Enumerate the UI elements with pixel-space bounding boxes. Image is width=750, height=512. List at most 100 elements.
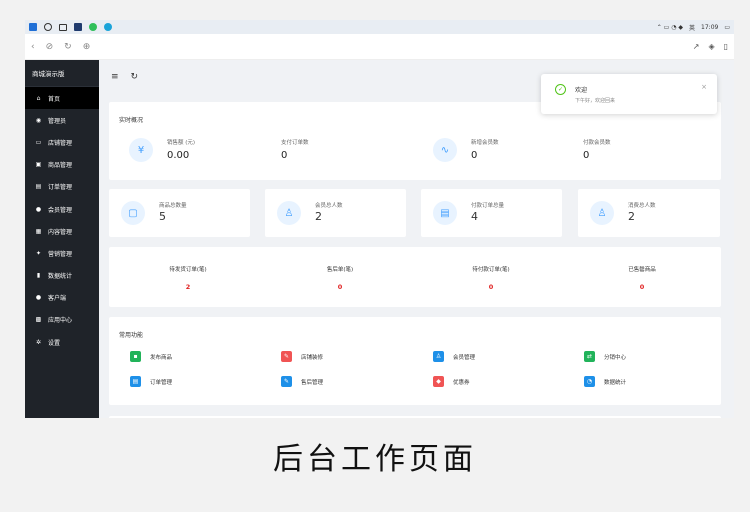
sidebar-item-label: 数据统计 — [48, 273, 73, 281]
order-doc-icon: ▤ — [433, 201, 457, 225]
menu-toggle-icon[interactable]: ≡ — [111, 72, 119, 82]
mini-card-consumers[interactable]: ♙ 消费总人数 2 — [578, 189, 720, 237]
yen-icon: ¥ — [129, 138, 153, 162]
close-icon[interactable]: × — [701, 83, 707, 91]
mini-card-goods[interactable]: ▢ 商品总数量 5 — [109, 189, 250, 237]
wrench-icon: ✎ — [281, 376, 292, 387]
tray-icons[interactable]: ⌃ ▭ ◔ ◆ — [657, 24, 683, 31]
toast-message: 下午好，欢迎回来 — [575, 98, 616, 104]
sidebar-item-label: 客户端 — [48, 295, 67, 303]
pending-value: 2 — [185, 283, 191, 291]
consumer-icon: ♙ — [590, 201, 614, 225]
func-member-manage[interactable]: ♙ 会员管理 — [433, 351, 475, 362]
sidebar-item-4[interactable]: ▤ 订单管理 — [25, 176, 99, 198]
sidebar-item-10[interactable]: ▩ 应用中心 — [25, 309, 99, 331]
mini-label: 商品总数量 — [159, 203, 187, 209]
brand: 商城演示版 — [25, 60, 99, 87]
func-publish-goods[interactable]: ▪ 发布商品 — [130, 351, 172, 362]
decor-icon: ✎ — [281, 351, 292, 362]
stat-new-members: ∿ 新增会员数 0 — [433, 138, 499, 162]
back-icon[interactable]: ‹ — [31, 42, 35, 52]
sidebar-item-6[interactable]: ▦ 内容管理 — [25, 220, 99, 242]
stat-label: 支付订单数 — [281, 140, 309, 146]
refresh-icon[interactable]: ↻ — [131, 72, 139, 82]
func-label: 会员管理 — [453, 354, 476, 361]
sidebar-item-2[interactable]: ▭ 店铺管理 — [25, 131, 99, 153]
toast-title: 欢迎 — [575, 87, 588, 94]
pending-shipment[interactable]: 待发货订单(笔) 2 — [123, 265, 253, 291]
edge-icon[interactable] — [104, 23, 112, 31]
notification-icon[interactable]: ▭ — [724, 24, 730, 31]
sidebar-item-3[interactable]: ▣ 商品管理 — [25, 154, 99, 176]
wechat-icon[interactable] — [89, 23, 97, 31]
func-label: 数据统计 — [604, 379, 627, 386]
func-aftersale[interactable]: ✎ 售后管理 — [281, 376, 323, 387]
mini-value: 5 — [159, 210, 166, 223]
order-icon: ▤ — [35, 183, 42, 191]
stats-icon: ▮ — [36, 272, 41, 280]
member-icon: ● — [35, 205, 42, 213]
sidebar-item-5[interactable]: ● 会员管理 — [25, 198, 99, 220]
sold-out-goods[interactable]: 已售罄商品 0 — [577, 265, 707, 291]
overview-title: 实时概况 — [119, 117, 144, 124]
pending-aftersale[interactable]: 售后单(笔) 0 — [275, 265, 405, 291]
settings-icon: ✲ — [35, 338, 42, 346]
stat-paid-orders: 支付订单数 0 — [281, 138, 309, 161]
sidebar-item-7[interactable]: ✦ 营销管理 — [25, 242, 99, 264]
mini-value: 2 — [315, 210, 322, 223]
sidebar-item-8[interactable]: ▮ 数据统计 — [25, 265, 99, 287]
distribution-icon: ⇄ — [584, 351, 595, 362]
sidebar-item-label: 应用中心 — [48, 317, 73, 325]
taskbar: ⌃ ▭ ◔ ◆ 英 17:09 ▭ — [25, 20, 734, 34]
cube-icon[interactable]: ◈ — [708, 42, 714, 51]
sidebar-item-9[interactable]: ● 客户端 — [25, 287, 99, 309]
app-icon[interactable] — [74, 23, 82, 31]
mini-card-members[interactable]: ♙ 会员总人数 2 — [265, 189, 406, 237]
sidebar-item-label: 管理员 — [48, 117, 67, 125]
mini-label: 会员总人数 — [315, 203, 343, 209]
share-icon[interactable]: ↗ — [693, 42, 700, 51]
sidebar-item-1[interactable]: ◉ 管理员 — [25, 109, 99, 131]
pending-label: 已售罄商品 — [628, 267, 656, 273]
pending-label: 待发货订单(笔) — [169, 267, 207, 273]
pending-label: 售后单(笔) — [326, 267, 354, 273]
refresh-icon[interactable]: ↻ — [64, 42, 72, 52]
ime-indicator[interactable]: 英 — [689, 23, 695, 32]
sidebar: 商城演示版 ⌂ 首页 ◉ 管理员 ▭ 店铺管理 ▣ 商品管理 ▤ 订单管理 ● 会员管理 ▦ 内容管理 ✦ 营… — [25, 60, 99, 418]
search-icon[interactable] — [44, 23, 52, 31]
content-icon: ▦ — [35, 227, 42, 235]
globe-icon[interactable]: ⊕ — [83, 42, 91, 52]
func-distribution[interactable]: ⇄ 分销中心 — [584, 351, 626, 362]
mini-card-paid-orders[interactable]: ▤ 付款订单总量 4 — [421, 189, 562, 237]
stat-sales: ¥ 销售额 (元) 0.00 — [129, 138, 195, 162]
sidebar-item-label: 设置 — [48, 339, 61, 347]
sidebar-item-0[interactable]: ⌂ 首页 — [25, 87, 99, 110]
func-data-stats[interactable]: ◔ 数据统计 — [584, 376, 626, 387]
func-coupon[interactable]: ◆ 优惠券 — [433, 376, 470, 387]
windows-icon[interactable] — [29, 23, 37, 31]
task-view-icon[interactable] — [59, 23, 67, 31]
publish-icon: ▪ — [130, 351, 141, 362]
stat-label: 付款会员数 — [583, 140, 611, 146]
func-order-manage[interactable]: ▤ 订单管理 — [130, 376, 172, 387]
client-icon: ● — [35, 294, 42, 302]
stat-value: 0 — [281, 150, 288, 161]
sidebar-item-label: 内容管理 — [48, 228, 73, 236]
welcome-toast: ✓ 欢迎 下午好，欢迎回来 × — [541, 74, 717, 114]
mini-value: 4 — [471, 210, 478, 223]
pending-value: 0 — [488, 283, 494, 291]
link-icon[interactable]: ⊘ — [46, 42, 54, 52]
pages-icon[interactable]: ▯ — [724, 42, 728, 51]
page-caption: 后台工作页面 — [273, 442, 477, 477]
clock[interactable]: 17:09 — [701, 24, 718, 31]
stat-paying-members: 付款会员数 0 — [583, 138, 611, 161]
sidebar-item-11[interactable]: ✲ 设置 — [25, 331, 99, 353]
mini-label: 消费总人数 — [628, 203, 656, 209]
sidebar-item-label: 店铺管理 — [48, 139, 73, 147]
func-shop-decor[interactable]: ✎ 店铺装修 — [281, 351, 323, 362]
admin-icon: ◉ — [35, 116, 42, 124]
pending-payment[interactable]: 待付款订单(笔) 0 — [426, 265, 556, 291]
stat-value: 0 — [583, 150, 590, 161]
pending-card: 待发货订单(笔) 2 售后单(笔) 0 待付款订单(笔) 0 已售罄商品 0 — [109, 247, 721, 307]
functions-card: 常用功能 ▪ 发布商品 ✎ 店铺装修 ♙ 会员管理 ⇄ 分销中心 ▤ 订单管理 ✎ 售后管理… — [109, 317, 721, 405]
